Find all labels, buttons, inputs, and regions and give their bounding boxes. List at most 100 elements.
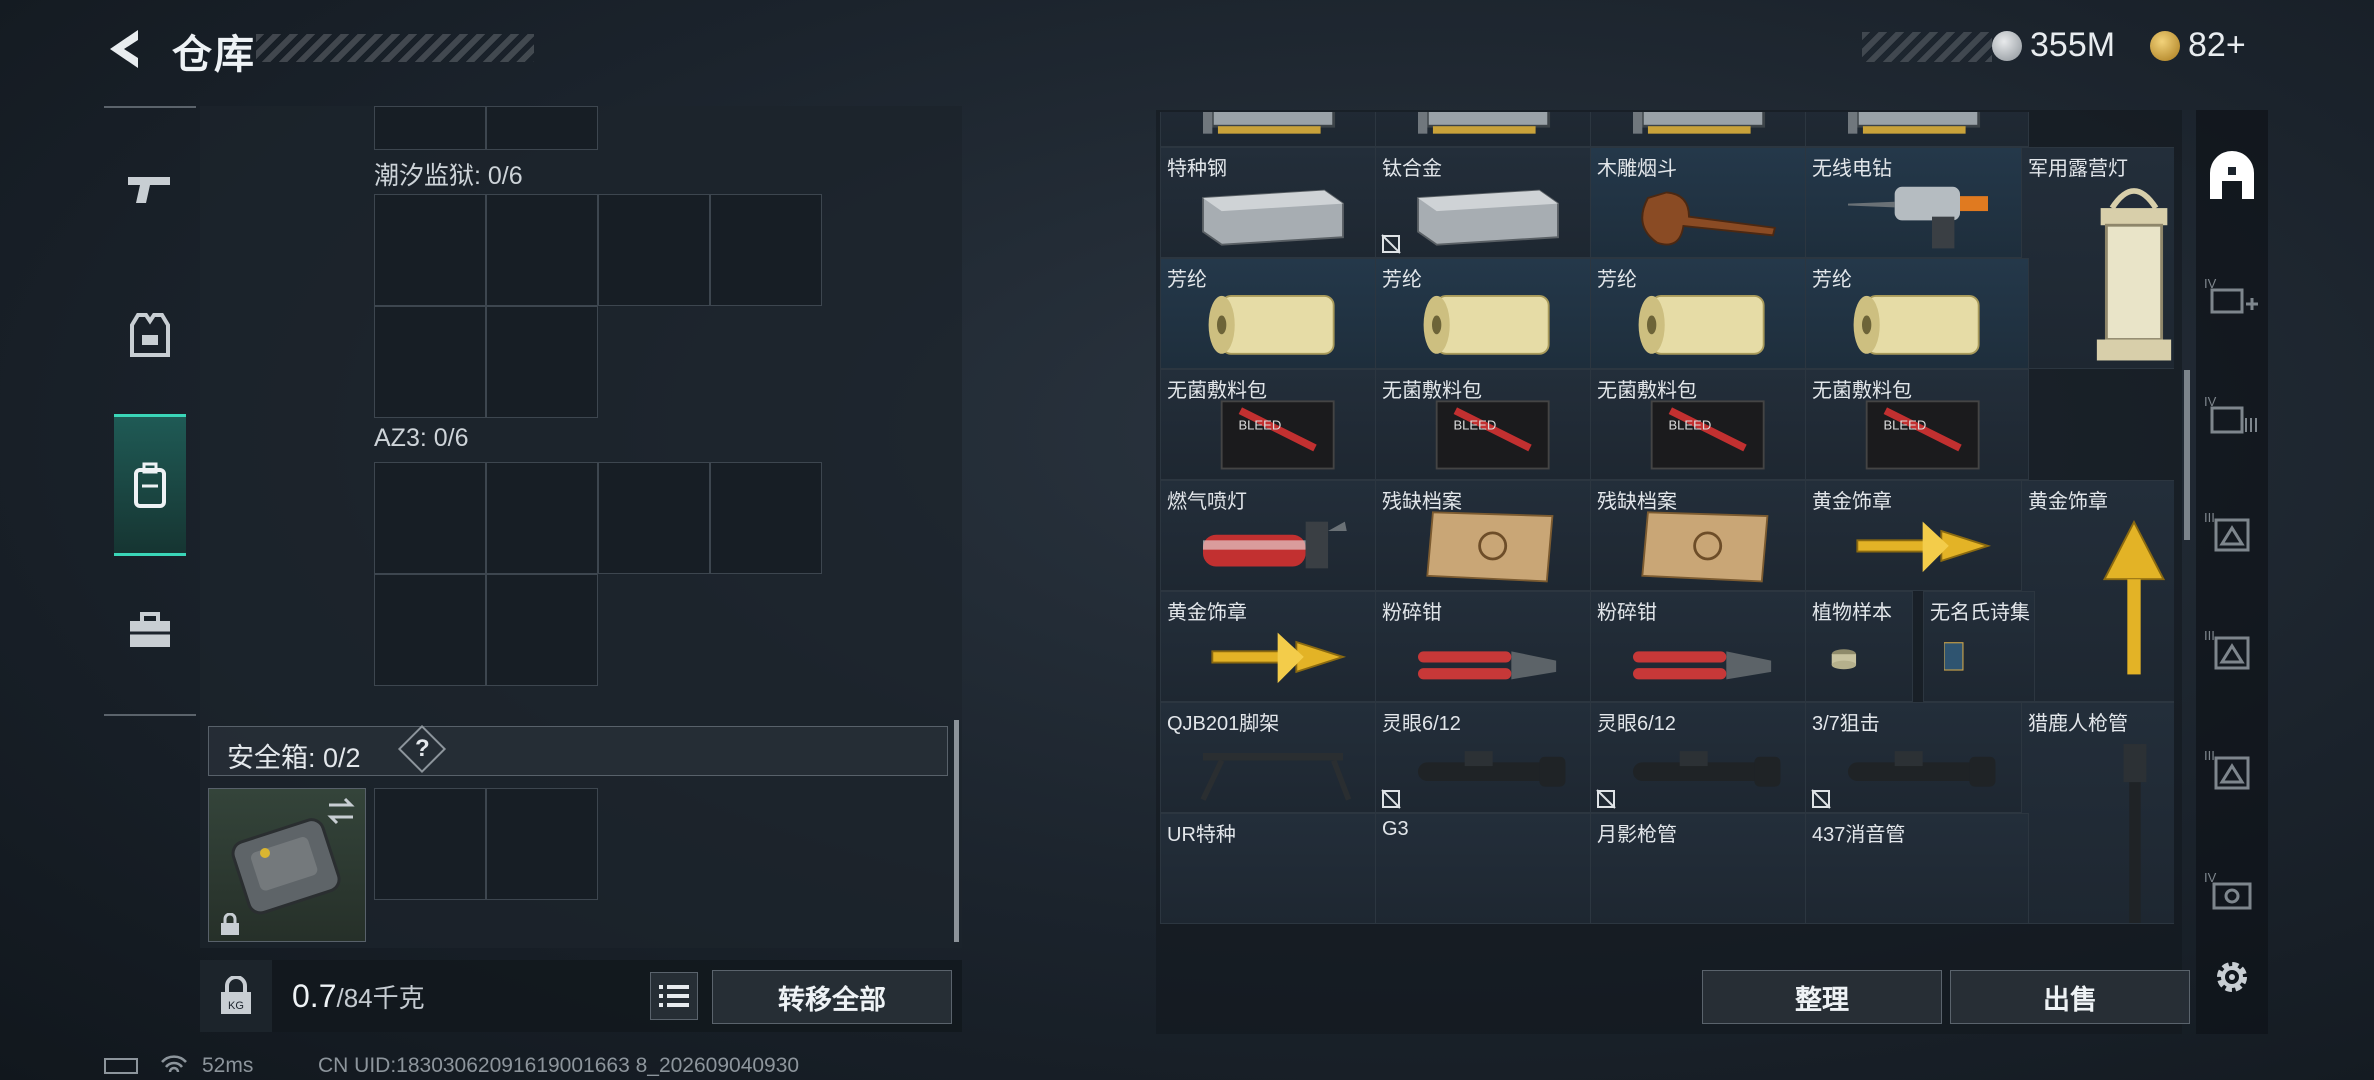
grid-cell[interactable] [710,462,822,574]
inventory-item[interactable]: 3/7狙击 [1805,702,2029,813]
filter-medical[interactable]: IV [2196,370,2268,460]
gold-currency[interactable]: 82+ [2150,26,2246,65]
grid-cell[interactable] [486,462,598,574]
settings-button[interactable] [2196,932,2268,1022]
roll-icon [1423,295,1550,355]
safe-grid-cell[interactable] [486,788,598,900]
inventory-item[interactable]: 月影枪管 [1590,813,1814,924]
filter-tier4[interactable]: IV [2196,846,2268,936]
safe-box-item[interactable] [208,788,366,942]
left-scrollbar[interactable] [954,720,959,942]
plier-icon [1418,651,1557,680]
book-icon [1944,642,1964,671]
inventory-item[interactable]: 无名氏诗集 [1923,591,2035,702]
filter-ammo[interactable]: IV [2196,252,2268,342]
weight-lock[interactable]: KG [200,960,272,1032]
no-trade-icon [1811,789,1831,809]
transfer-all-button[interactable]: 转移全部 [712,970,952,1024]
grid-cell[interactable] [374,574,486,686]
grid-cell[interactable] [598,462,710,574]
inventory-item[interactable]: 黄金饰章 [2021,480,2174,702]
badge-icon [1856,521,1992,573]
inventory-item[interactable]: 残缺档案 [1590,480,1814,591]
inventory-item[interactable]: 无菌敷料包 BLEED [1160,369,1384,480]
inventory-item[interactable]: QJB201脚架 [1160,702,1384,813]
card-icon [1848,112,1981,134]
scope-icon [1633,751,1781,787]
grid-cell[interactable] [486,306,598,418]
plier-icon [1633,651,1772,680]
inventory-item[interactable]: 残缺档案 [1375,480,1599,591]
inventory-item[interactable]: 粉碎钳 [1375,591,1599,702]
inventory-item[interactable]: 无菌敷料包 BLEED [1805,369,2029,480]
tab-storage[interactable] [114,414,186,556]
inventory-item[interactable]: 无线电钻 [1805,147,2029,258]
inventory-item[interactable]: 灵眼6/12 [1590,702,1814,813]
list-icon [659,985,689,1007]
grid-cell[interactable] [374,194,486,306]
inventory-grid: HIFI声卡HIFI声卡HIFI声卡HIFI声卡特种钢钛合金木雕烟斗无线电钻军用… [1160,112,2174,960]
tab-weapons[interactable] [104,124,196,254]
help-icon: ? [415,735,430,762]
inventory-item[interactable]: UR特种 [1160,813,1384,924]
grid-cell[interactable] [486,194,598,306]
inventory-item[interactable]: 燃气喷灯 [1160,480,1384,591]
inventory-item[interactable]: 猎鹿人枪管 [2021,702,2174,924]
inventory-item[interactable]: 芳纶 [1590,258,1814,369]
lock-icon [221,913,239,935]
inventory-item[interactable]: 黄金饰章 [1160,591,1384,702]
inventory-scrollbar[interactable] [2184,370,2190,540]
inventory-item[interactable]: 木雕烟斗 [1590,147,1814,258]
svg-text:BLEED: BLEED [1883,417,1926,432]
safe-box-label: 安全箱: 0/2 [227,743,361,773]
inventory-item[interactable]: 无菌敷料包 BLEED [1590,369,1814,480]
grid-cell[interactable] [486,574,598,686]
safe-grid-cell[interactable] [374,788,486,900]
filter-tier3-b[interactable]: III [2196,604,2268,694]
inventory-item[interactable]: 437消音管 [1805,813,2029,924]
vest-icon [130,313,170,357]
grid-cell[interactable] [486,106,598,150]
inventory-item[interactable]: 芳纶 [1375,258,1599,369]
inventory-item[interactable]: 钛合金 [1375,147,1599,258]
grid-cell[interactable] [710,194,822,306]
inventory-item[interactable]: HIFI声卡 [1805,112,2029,147]
inventory-item[interactable]: 芳纶 [1160,258,1384,369]
inventory-item[interactable]: G3 [1375,813,1599,924]
inventory-item[interactable]: 灵眼6/12 [1375,702,1599,813]
sort-button[interactable]: 整理 [1702,970,1942,1024]
item-name: UR特种 [1167,824,1236,846]
inventory-item[interactable]: 特种钢 [1160,147,1384,258]
inventory-item[interactable]: 黄金饰章 [1805,480,2029,591]
gold-amount: 82+ [2188,26,2246,64]
swap-icon[interactable] [325,797,357,825]
filter-all[interactable] [2196,132,2268,222]
back-button[interactable] [100,24,150,74]
silver-currency: 355M [1992,26,2115,65]
roll-icon [1638,295,1765,355]
inventory-item[interactable]: 粉碎钳 [1590,591,1814,702]
armor-tier-icon: III [2204,510,2250,552]
grid-cell[interactable] [374,106,486,150]
inventory-item[interactable]: 芳纶 [1805,258,2029,369]
title-decoration [256,34,534,62]
svg-text:BLEED: BLEED [1453,417,1496,432]
inventory-item[interactable]: 军用露营灯 [2021,147,2174,369]
kg-lock-icon: KG [221,976,251,1014]
tab-armor[interactable] [104,270,196,400]
no-trade-icon [1381,789,1401,809]
grid-cell[interactable] [598,194,710,306]
grid-cell[interactable] [374,306,486,418]
inventory-item[interactable]: HIFI声卡 [1590,112,1814,147]
sell-button[interactable]: 出售 [1950,970,2190,1024]
svg-text:KG: KG [228,1000,244,1012]
inventory-item[interactable]: 植物样本 [1805,591,1913,702]
inventory-item[interactable]: 无菌敷料包 BLEED [1375,369,1599,480]
list-view-button[interactable] [650,972,698,1020]
filter-tier3-a[interactable]: III [2196,486,2268,576]
inventory-item[interactable]: HIFI声卡 [1160,112,1384,147]
filter-tier3-c[interactable]: III [2196,724,2268,814]
inventory-item[interactable]: HIFI声卡 [1375,112,1599,147]
grid-cell[interactable] [374,462,486,574]
tab-toolbox[interactable] [104,566,196,696]
